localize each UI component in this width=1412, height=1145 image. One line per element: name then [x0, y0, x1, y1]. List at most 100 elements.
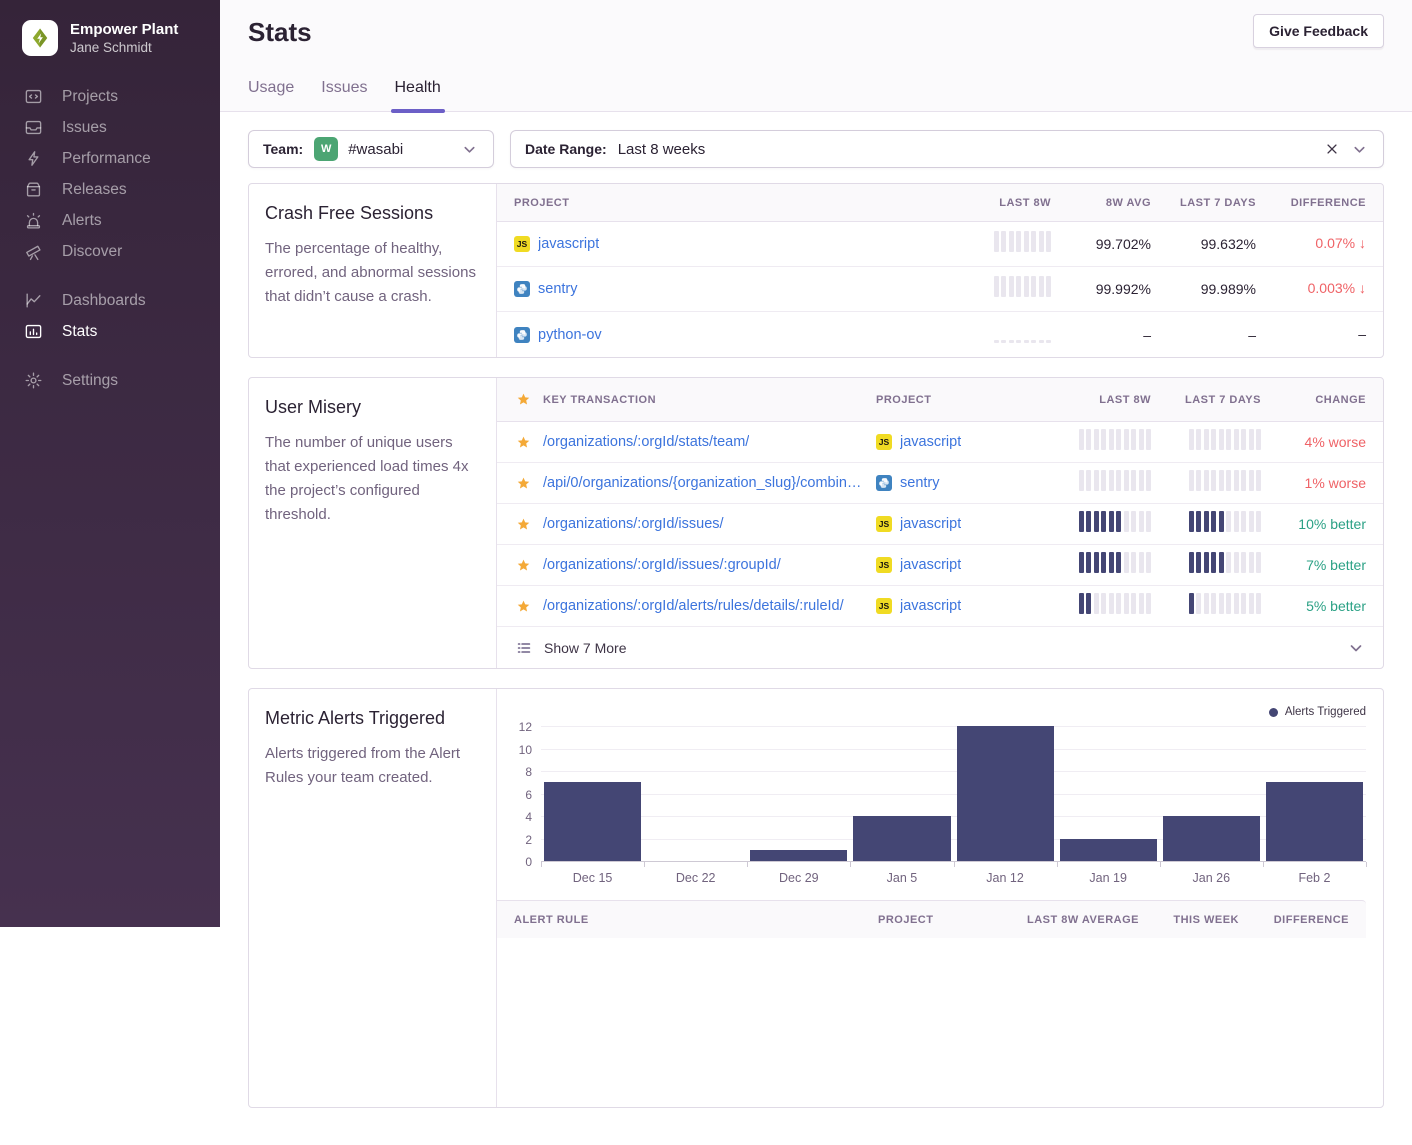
sidebar-nav: Projects Issues Performance Releases Ale…	[0, 81, 220, 396]
key-transaction-star-icon[interactable]	[514, 433, 533, 452]
show-more-button[interactable]: Show 7 More	[497, 627, 1383, 668]
sidebar-item-alerts[interactable]: Alerts	[0, 205, 220, 236]
change-value: 1% worse	[1305, 475, 1366, 491]
y-axis-tick-label: 12	[502, 720, 532, 734]
sidebar-item-releases[interactable]: Releases	[0, 174, 220, 205]
table-row: /organizations/:orgId/issues/:groupId/ J…	[497, 545, 1383, 586]
column-header: DIFFERENCE	[1274, 914, 1349, 926]
transaction-link[interactable]: /organizations/:orgId/issues/:groupId/	[543, 557, 781, 573]
metric-alerts-description-pane: Metric Alerts Triggered Alerts triggered…	[249, 689, 497, 1107]
empower-plant-logo	[22, 20, 58, 56]
bar	[1060, 839, 1157, 862]
y-axis-tick-label: 0	[502, 855, 532, 869]
chevron-down-icon	[460, 140, 479, 159]
table-row: /organizations/:orgId/issues/ JS javascri…	[497, 504, 1383, 545]
user-misery-panel: User Misery The number of unique users t…	[248, 377, 1384, 669]
key-transaction-star-icon[interactable]	[514, 597, 533, 616]
project-link[interactable]: sentry	[900, 475, 940, 491]
x-axis-tick-label: Dec 29	[747, 871, 850, 885]
projects-icon	[24, 87, 43, 106]
sidebar-item-settings[interactable]: Settings	[0, 365, 220, 396]
tab-issues[interactable]: Issues	[321, 79, 367, 111]
key-transaction-star-icon[interactable]	[514, 474, 533, 493]
chart-legend[interactable]: Alerts Triggered	[497, 705, 1366, 719]
page-content: Team: W #wasabi Date Range: Last 8 weeks	[220, 112, 1412, 1145]
project-link[interactable]: javascript	[900, 516, 961, 532]
sidebar-item-performance[interactable]: Performance	[0, 143, 220, 174]
page-title: Stats	[248, 17, 312, 48]
project-link[interactable]: sentry	[538, 281, 578, 297]
date-range-selector[interactable]: Date Range: Last 8 weeks	[510, 130, 1384, 168]
sparkline	[1079, 429, 1152, 450]
sidebar-item-projects[interactable]: Projects	[0, 81, 220, 112]
avg-8w-value: –	[1143, 327, 1151, 343]
settings-icon	[24, 371, 43, 390]
project-link[interactable]: javascript	[900, 598, 961, 614]
javascript-platform-icon: JS	[514, 236, 530, 252]
chevron-down-icon	[1346, 638, 1366, 658]
user-misery-description-pane: User Misery The number of unique users t…	[249, 378, 497, 668]
give-feedback-button[interactable]: Give Feedback	[1253, 14, 1384, 48]
tab-health[interactable]: Health	[395, 79, 441, 111]
difference-value: 0.003% ↓	[1308, 280, 1366, 296]
dashboards-icon	[24, 291, 43, 310]
column-header: PROJECT	[878, 914, 989, 926]
project-link[interactable]: javascript	[538, 236, 599, 252]
clear-icon[interactable]	[1323, 140, 1341, 158]
project-link[interactable]: python-ov	[538, 327, 602, 343]
difference-value: 0.07% ↓	[1315, 235, 1366, 251]
key-transaction-star-icon	[514, 390, 533, 409]
app-root: Empower Plant Jane Schmidt Projects Issu…	[0, 0, 1412, 927]
x-axis-tick-label: Feb 2	[1263, 871, 1366, 885]
change-value: 10% better	[1298, 516, 1366, 532]
x-axis-tick-label: Jan 12	[954, 871, 1057, 885]
javascript-platform-icon: JS	[876, 516, 892, 532]
user-name: Jane Schmidt	[70, 39, 178, 56]
sparkline	[1189, 511, 1262, 532]
bar	[853, 816, 950, 861]
key-transaction-star-icon[interactable]	[514, 515, 533, 534]
sparkline	[994, 231, 1052, 252]
transaction-link[interactable]: /organizations/:orgId/issues/	[543, 516, 724, 532]
sparkline	[1079, 593, 1152, 614]
project-link[interactable]: javascript	[900, 557, 961, 573]
transaction-link[interactable]: /api/0/organizations/{organization_slug}…	[543, 475, 862, 491]
y-axis-tick-label: 4	[502, 810, 532, 824]
python-platform-icon	[876, 475, 892, 491]
org-name: Empower Plant	[70, 20, 178, 39]
column-header: THIS WEEK	[1173, 914, 1239, 926]
table-header: ALERT RULEPROJECTLAST 8W AVERAGETHIS WEE…	[497, 900, 1366, 938]
crash-free-sessions-table: PROJECTLAST 8W8W AVGLAST 7 DAYSDIFFERENC…	[497, 184, 1383, 357]
panel-description: The percentage of healthy, errored, and …	[265, 237, 480, 309]
javascript-platform-icon: JS	[876, 598, 892, 614]
discover-icon	[24, 242, 43, 261]
sidebar-item-discover[interactable]: Discover	[0, 236, 220, 267]
team-selector[interactable]: Team: W #wasabi	[248, 130, 494, 168]
sparkline	[1189, 593, 1262, 614]
page-header: Stats Give Feedback Usage Issues Health	[220, 0, 1412, 112]
project-link[interactable]: javascript	[900, 434, 961, 450]
sidebar-item-issues[interactable]: Issues	[0, 112, 220, 143]
sparkline	[1079, 470, 1152, 491]
sidebar-item-stats[interactable]: Stats	[0, 316, 220, 347]
org-switcher[interactable]: Empower Plant Jane Schmidt	[0, 20, 220, 56]
panel-title: Crash Free Sessions	[265, 203, 480, 224]
javascript-platform-icon: JS	[876, 557, 892, 573]
table-row: /organizations/:orgId/alerts/rules/detai…	[497, 586, 1383, 627]
sidebar-item-dashboards[interactable]: Dashboards	[0, 285, 220, 316]
tab-usage[interactable]: Usage	[248, 79, 294, 111]
transaction-link[interactable]: /organizations/:orgId/stats/team/	[543, 434, 749, 450]
javascript-platform-icon: JS	[876, 434, 892, 450]
sparkline	[1079, 511, 1152, 532]
x-axis-tick-label: Dec 22	[644, 871, 747, 885]
table-header: PROJECTLAST 8W8W AVGLAST 7 DAYSDIFFERENC…	[497, 184, 1383, 222]
table-row: /api/0/organizations/{organization_slug}…	[497, 463, 1383, 504]
sparkline	[1189, 552, 1262, 573]
column-header: KEY TRANSACTION	[514, 390, 876, 409]
x-axis-tick-label: Jan 26	[1160, 871, 1263, 885]
date-range-value: Last 8 weeks	[618, 141, 706, 158]
sparkline	[1189, 470, 1262, 491]
legend-label: Alerts Triggered	[1285, 706, 1366, 718]
transaction-link[interactable]: /organizations/:orgId/alerts/rules/detai…	[543, 598, 844, 614]
key-transaction-star-icon[interactable]	[514, 556, 533, 575]
